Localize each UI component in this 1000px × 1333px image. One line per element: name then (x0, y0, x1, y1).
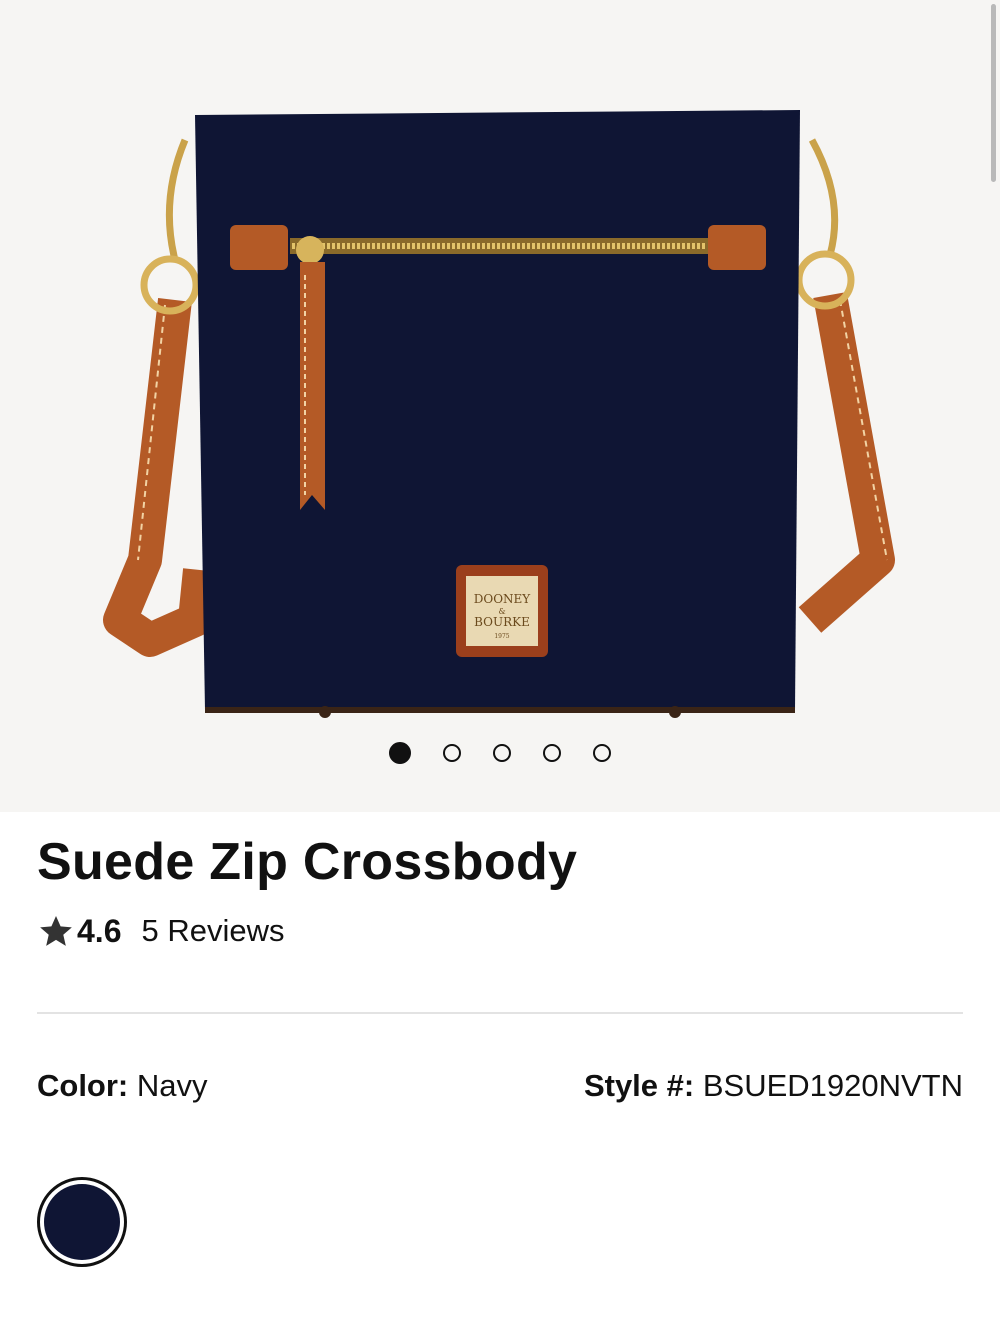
style-value: BSUED1920NVTN (702, 1068, 963, 1103)
reviews-link[interactable]: 5 Reviews (141, 913, 284, 949)
color-value: Navy (136, 1068, 208, 1103)
carousel-dot-5[interactable] (593, 744, 611, 762)
style-info: Style #: BSUED1920NVTN (584, 1068, 963, 1104)
color-swatch-fill (44, 1184, 120, 1260)
product-rating: 4.6 5 Reviews (37, 912, 284, 950)
product-title: Suede Zip Crossbody (37, 833, 578, 891)
brand-tag-year: 1975 (494, 633, 509, 640)
color-label: Color: (37, 1068, 129, 1103)
carousel-dot-1[interactable] (389, 742, 411, 764)
carousel-dot-2[interactable] (443, 744, 461, 762)
color-info: Color: Navy (37, 1068, 208, 1104)
carousel-dot-3[interactable] (493, 744, 511, 762)
scrollbar[interactable] (991, 4, 996, 182)
brand-tag-line1: DOONEY (474, 592, 532, 606)
star-icon (40, 915, 72, 946)
style-label: Style #: (583, 1068, 695, 1103)
carousel-dot-4[interactable] (543, 744, 561, 762)
carousel-indicators (0, 742, 1000, 764)
product-image[interactable]: DOONEY & BOURKE 1975 (0, 0, 1000, 812)
product-image-carousel[interactable]: DOONEY & BOURKE 1975 (0, 0, 1000, 812)
divider (37, 1012, 963, 1014)
brand-tag-line3: BOURKE (474, 615, 530, 629)
rating-value: 4.6 (77, 912, 122, 949)
color-swatch-navy[interactable] (37, 1177, 127, 1267)
